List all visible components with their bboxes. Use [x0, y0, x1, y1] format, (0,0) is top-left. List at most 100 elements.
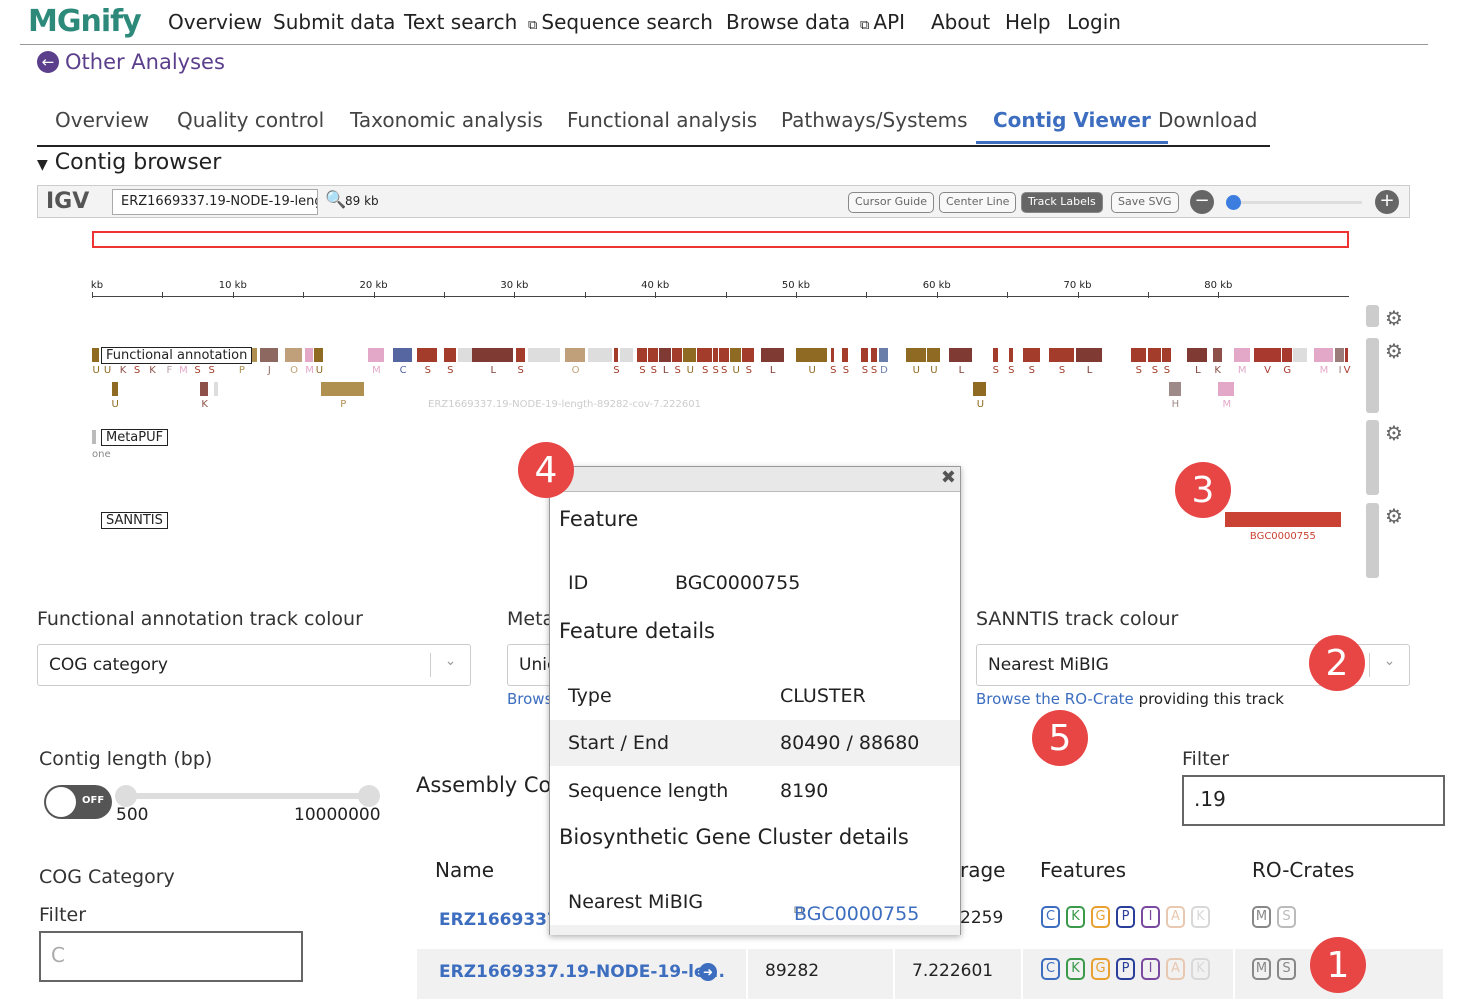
gene-feature[interactable] — [1022, 348, 1040, 362]
gene-feature[interactable] — [393, 348, 412, 362]
contig-name-link[interactable]: ERZ1669337.19-NODE-19-le... — [439, 962, 725, 982]
chip-a[interactable]: A — [1166, 958, 1185, 980]
tab-quality-control[interactable]: Quality control — [177, 108, 324, 132]
gene-feature[interactable] — [1281, 348, 1292, 362]
gene-feature[interactable] — [565, 348, 586, 362]
locus-input[interactable]: ERZ1669337.19-NODE-19-lengt — [112, 189, 318, 215]
gene-feature[interactable] — [870, 348, 877, 362]
gene-feature[interactable] — [200, 382, 208, 396]
gene-feature[interactable] — [1169, 382, 1181, 396]
nav-help[interactable]: Help — [1005, 10, 1051, 34]
tab-taxonomic-analysis[interactable]: Taxonomic analysis — [350, 108, 543, 132]
gene-feature[interactable] — [842, 348, 849, 362]
nav-submit-data[interactable]: Submit data — [273, 10, 395, 34]
gene-feature[interactable] — [1233, 348, 1250, 362]
slider-min-handle[interactable] — [115, 785, 137, 807]
gene-feature[interactable] — [1212, 348, 1222, 362]
nav-browse-data[interactable]: Browse data — [726, 10, 850, 34]
chip-s[interactable]: S — [1277, 958, 1296, 980]
gene-feature[interactable] — [636, 348, 648, 362]
gene-feature[interactable] — [587, 348, 612, 362]
gene-feature[interactable] — [993, 348, 998, 362]
chip-c[interactable]: C — [1041, 958, 1060, 980]
contig-name-link[interactable]: ERZ1669337. — [439, 910, 565, 930]
zoom-slider-handle[interactable] — [1226, 195, 1241, 210]
gene-feature[interactable] — [515, 348, 525, 362]
gene-feature[interactable] — [926, 348, 940, 362]
gear-icon[interactable]: ⚙ — [1385, 306, 1403, 330]
gene-feature[interactable] — [860, 348, 869, 362]
gene-feature[interactable] — [92, 348, 100, 362]
contig-length-slider[interactable] — [115, 785, 380, 807]
gene-feature[interactable] — [284, 348, 303, 362]
gene-feature[interactable] — [831, 348, 835, 362]
track-scroll-handle[interactable] — [1366, 503, 1379, 578]
tab-functional-analysis[interactable]: Functional analysis — [567, 108, 757, 132]
header-coverage[interactable]: rage — [960, 858, 1005, 882]
name-filter-input[interactable]: .19 — [1182, 775, 1445, 826]
popup-header[interactable]: ✖ — [550, 467, 960, 492]
gene-feature[interactable] — [742, 348, 755, 362]
gene-feature[interactable] — [949, 348, 973, 362]
gene-feature[interactable] — [472, 348, 514, 362]
cursor-guide-button[interactable]: Cursor Guide — [848, 192, 934, 213]
nav-about[interactable]: About — [931, 10, 990, 34]
chip-s[interactable]: S — [1277, 906, 1296, 928]
gene-feature[interactable] — [973, 382, 987, 396]
close-icon[interactable]: ✖ — [941, 467, 956, 488]
chip-m[interactable]: M — [1252, 906, 1271, 928]
sanntis-bgc-feature[interactable] — [1225, 512, 1341, 527]
nav-overview[interactable]: Overview — [168, 10, 262, 34]
track-scroll-handle[interactable] — [1366, 420, 1379, 495]
track-scroll-handle[interactable] — [1366, 305, 1379, 327]
chip-k[interactable]: K — [1066, 906, 1085, 928]
slider-max-handle[interactable] — [358, 785, 380, 807]
functional-colour-select[interactable]: COG category ⌄ — [37, 644, 471, 686]
chip-i[interactable]: I — [1141, 906, 1160, 928]
zoom-in-icon[interactable]: + — [1375, 190, 1399, 214]
gene-feature[interactable] — [367, 348, 384, 362]
gene-feature[interactable] — [321, 382, 365, 396]
gene-feature[interactable] — [259, 348, 279, 362]
length-filter-toggle[interactable]: OFF — [44, 785, 112, 819]
chip-a[interactable]: A — [1166, 906, 1185, 928]
gene-feature[interactable] — [1147, 348, 1161, 362]
arrow-right-circle-icon[interactable]: ➜ — [699, 963, 717, 981]
gene-feature[interactable] — [111, 382, 118, 396]
chip-k[interactable]: K — [1191, 906, 1210, 928]
gene-feature[interactable] — [1187, 348, 1208, 362]
gene-feature[interactable] — [1049, 348, 1074, 362]
gear-icon[interactable]: ⚙ — [1385, 504, 1403, 528]
gene-feature[interactable] — [417, 348, 438, 362]
gene-feature[interactable] — [1008, 348, 1014, 362]
gene-feature[interactable] — [1253, 348, 1281, 362]
gene-feature[interactable] — [314, 348, 324, 362]
gene-feature[interactable] — [648, 348, 659, 362]
mgnify-logo[interactable]: MGnify — [28, 4, 142, 39]
gear-icon[interactable]: ⚙ — [1385, 421, 1403, 445]
gene-feature[interactable] — [1335, 348, 1345, 362]
gene-feature[interactable] — [905, 348, 926, 362]
nav-sequence-search[interactable]: ⧉ Sequence search — [528, 10, 713, 34]
gene-feature[interactable] — [1162, 348, 1171, 362]
gene-feature[interactable] — [443, 348, 456, 362]
gene-feature[interactable] — [672, 348, 683, 362]
gene-feature[interactable] — [729, 348, 742, 362]
gene-feature[interactable] — [683, 348, 697, 362]
gene-feature[interactable] — [718, 348, 729, 362]
sanntis-rocrate-link[interactable]: Browse the RO-Crate — [976, 690, 1134, 708]
header-name[interactable]: Name — [435, 858, 494, 882]
gene-feature[interactable] — [528, 348, 560, 362]
tab-pathways-systems[interactable]: Pathways/Systems — [781, 108, 968, 132]
gene-feature[interactable] — [659, 348, 672, 362]
gene-feature[interactable] — [1131, 348, 1146, 362]
gene-feature[interactable] — [760, 348, 784, 362]
gene-feature[interactable] — [214, 382, 218, 396]
back-link[interactable]: ← Other Analyses — [37, 50, 225, 74]
save-svg-button[interactable]: Save SVG — [1111, 192, 1179, 213]
gear-icon[interactable]: ⚙ — [1385, 339, 1403, 363]
section-title[interactable]: ▼ Contig browser — [37, 150, 221, 175]
chip-k[interactable]: K — [1191, 958, 1210, 980]
gene-feature[interactable] — [304, 348, 314, 362]
search-icon[interactable]: 🔍 — [325, 190, 346, 210]
